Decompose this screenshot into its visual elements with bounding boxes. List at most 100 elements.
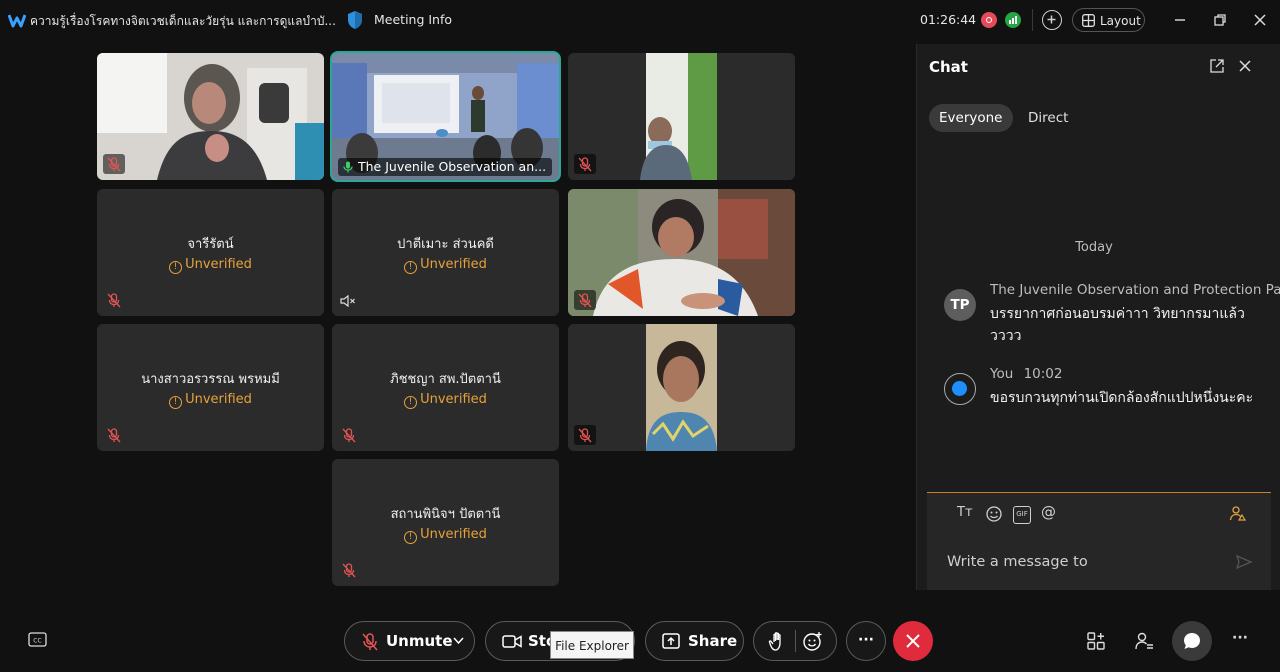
network-signal-icon[interactable]	[1005, 12, 1021, 28]
minimize-icon[interactable]	[1170, 10, 1190, 30]
participant-name: The Juvenile Observation an...	[358, 159, 547, 174]
meeting-title: ความรู้เรื่องโรคทางจิตเวชเด็กและวัยรุ่น …	[30, 14, 336, 28]
participant-tile[interactable]: ภิชชญา สพ.ปัตตานี ! Unverified	[332, 324, 559, 451]
more-icon[interactable]: ···	[1232, 630, 1252, 650]
popout-icon[interactable]	[1209, 58, 1225, 74]
participant-video	[568, 189, 795, 316]
participant-video-tile[interactable]	[568, 189, 795, 316]
tooltip: File Explorer	[550, 631, 634, 659]
unverified-badge: ! Unverified	[332, 527, 559, 544]
chat-title: Chat	[929, 58, 968, 76]
end-call-icon	[906, 634, 920, 648]
closed-captions-icon[interactable]: CC	[28, 632, 47, 649]
muted-mic-icon	[338, 560, 360, 580]
unmute-button[interactable]: Unmute	[344, 621, 475, 661]
message-composer: Tт GIF @ Write a message to	[927, 492, 1271, 590]
close-window-icon[interactable]	[1250, 10, 1270, 30]
day-separator: Today	[1075, 240, 1113, 255]
recording-icon[interactable]	[981, 12, 997, 28]
unverified-badge: ! Unverified	[332, 392, 559, 409]
participant-name: ปาตีเมาะ ส่วนคดี	[397, 237, 494, 252]
tab-direct[interactable]: Direct	[1028, 104, 1068, 132]
muted-mic-icon	[574, 290, 596, 310]
shield-icon[interactable]	[346, 10, 364, 30]
svg-text:CC: CC	[33, 638, 41, 645]
unverified-badge: ! Unverified	[332, 257, 559, 274]
end-call-button[interactable]	[893, 621, 933, 661]
message-input[interactable]: Write a message to	[947, 554, 1088, 570]
mic-on-icon	[343, 161, 353, 173]
reactions-divider	[795, 630, 796, 652]
unverified-badge: ! Unverified	[97, 257, 324, 274]
share-label: Share	[688, 632, 738, 650]
meeting-timer: 01:26:44	[920, 12, 977, 27]
participant-name-label: The Juvenile Observation an...	[338, 158, 552, 176]
layout-label: Layout	[1100, 14, 1141, 28]
unmute-label: Unmute	[386, 632, 453, 650]
emoji-icon[interactable]	[985, 505, 1003, 523]
layout-grid-icon	[1082, 14, 1095, 27]
avatar	[944, 373, 976, 405]
muted-mic-icon	[103, 425, 125, 445]
message-text: บรรยากาศก่อนอบรมค่าาา วิทยากรมาแล้ววววว	[990, 306, 1245, 344]
raise-hand-icon[interactable]	[768, 631, 788, 652]
text-format-icon[interactable]: Tт	[957, 505, 973, 523]
tab-everyone[interactable]: Everyone	[929, 104, 1013, 132]
muted-mic-icon	[103, 154, 125, 174]
send-icon[interactable]	[1235, 553, 1253, 571]
more-options-button[interactable]: ···	[846, 621, 886, 661]
webex-logo-icon	[8, 14, 26, 28]
mention-icon[interactable]: @	[1041, 503, 1056, 521]
participant-video-tile[interactable]	[568, 53, 795, 180]
share-screen-icon	[662, 633, 680, 649]
participant-video	[568, 53, 795, 180]
participant-tile[interactable]: นางสาวอรวรรณ พรหมมี ! Unverified	[97, 324, 324, 451]
participant-tile[interactable]: จารีรัตน์ ! Unverified	[97, 189, 324, 316]
warning-icon: !	[404, 396, 418, 409]
participant-tile[interactable]: ปาตีเมาะ ส่วนคดี ! Unverified	[332, 189, 559, 316]
message-text: ขอรบกวนทุกท่านเปิดกล้องสักแปปหนึ่งนะคะ	[990, 390, 1254, 406]
message-sender: The Juvenile Observation and Protection …	[990, 282, 1280, 298]
share-with-icon[interactable]	[1229, 505, 1247, 523]
participant-video-tile[interactable]	[568, 324, 795, 451]
zoom-icon[interactable]	[1042, 10, 1062, 30]
chat-bubble-icon	[1184, 633, 1200, 649]
avatar: TP	[944, 289, 976, 321]
muted-mic-icon	[574, 154, 596, 174]
participant-video	[568, 324, 795, 451]
meeting-info-link[interactable]: Meeting Info	[374, 12, 452, 27]
message-time: 10:02	[1023, 366, 1063, 382]
warning-icon: !	[169, 261, 183, 274]
muted-mic-icon	[574, 425, 596, 445]
muted-mic-icon	[103, 290, 125, 310]
close-chat-icon[interactable]	[1237, 58, 1253, 74]
participant-tile[interactable]: สถานพินิจฯ ปัตตานี ! Unverified	[332, 459, 559, 586]
title-bar: ความรู้เรื่องโรคทางจิตเวชเด็กและวัยรุ่น …	[0, 0, 1280, 40]
layout-button[interactable]: Layout	[1072, 8, 1145, 32]
share-button[interactable]: Share	[645, 621, 744, 661]
gif-icon[interactable]: GIF	[1013, 506, 1031, 524]
participants-icon[interactable]	[1134, 631, 1154, 651]
message-sender-line: You 10:02	[990, 366, 1280, 382]
restore-icon[interactable]	[1210, 10, 1230, 30]
muted-mic-icon	[362, 633, 378, 651]
participant-video-tile-active[interactable]: The Juvenile Observation an...	[330, 51, 561, 182]
warning-icon: !	[404, 531, 418, 544]
muted-mic-icon	[338, 425, 360, 445]
unverified-badge: ! Unverified	[97, 392, 324, 409]
video-camera-icon	[502, 635, 522, 648]
message-sender: You	[990, 366, 1014, 382]
apps-icon[interactable]	[1086, 631, 1106, 651]
reaction-emoji-icon[interactable]	[802, 631, 824, 652]
warning-icon: !	[169, 396, 183, 409]
chat-toggle-button[interactable]	[1172, 621, 1212, 661]
participant-name: ภิชชญา สพ.ปัตตานี	[390, 372, 501, 387]
participant-video-tile[interactable]	[97, 53, 324, 180]
warning-icon: !	[404, 261, 418, 274]
titlebar-divider	[1032, 9, 1033, 31]
reactions-group	[753, 621, 837, 661]
chat-panel: Chat Everyone Direct Today TP The Juveni…	[916, 44, 1280, 590]
speaker-muted-icon	[340, 294, 355, 308]
chevron-down-icon[interactable]	[453, 637, 464, 645]
participant-video	[97, 53, 324, 180]
